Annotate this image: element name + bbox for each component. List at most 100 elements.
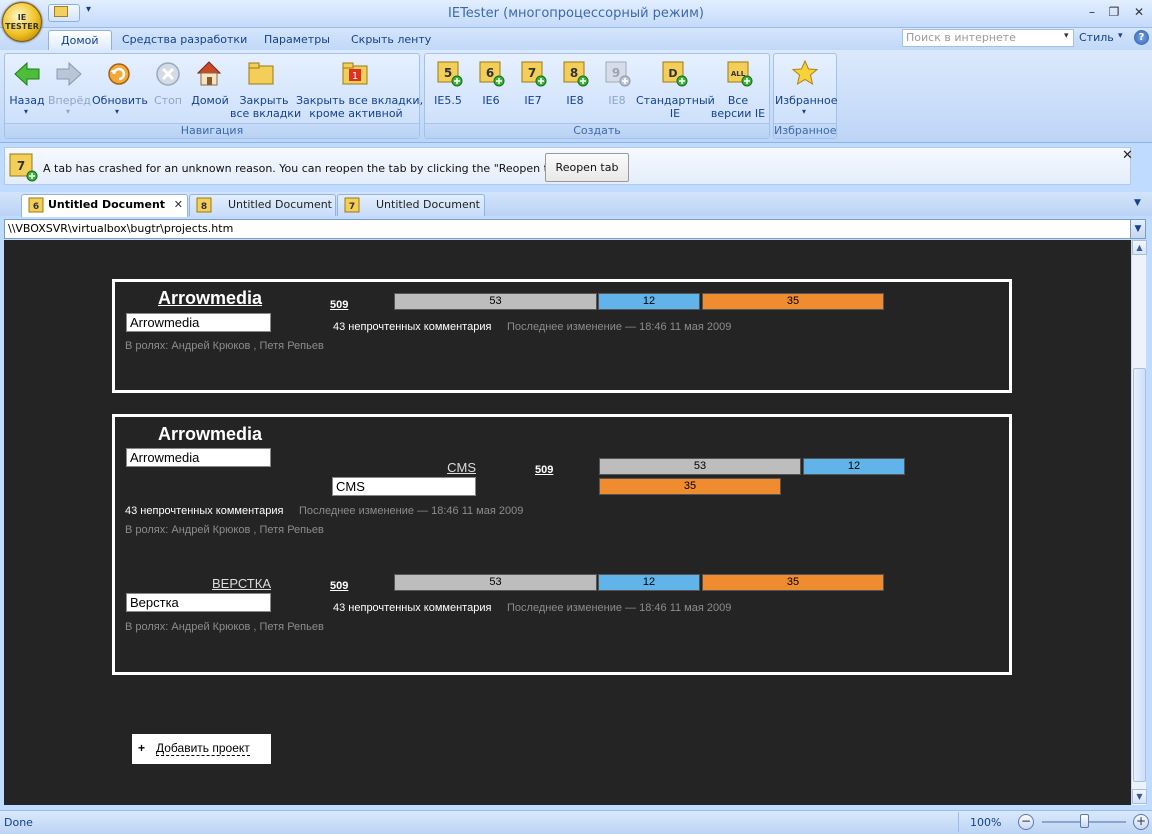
ie6-badge: 6 <box>486 66 494 80</box>
close-other-tabs-button[interactable]: Закрыть все вкладки, кроме активной <box>296 94 423 120</box>
tab2-badge: 8 <box>201 202 207 212</box>
ie55-icon[interactable]: 5 <box>435 59 463 87</box>
refresh-icon[interactable] <box>105 60 133 88</box>
subproject-cms-input[interactable]: CMS <box>332 477 476 496</box>
zoom-in-button[interactable]: + <box>1133 814 1149 830</box>
last-modified: Последнее изменение — 18:46 11 мая 2009 <box>507 321 732 333</box>
address-input[interactable]: \\VBOXSVR\virtualbox\bugtr\projects.htm <box>4 219 1134 239</box>
issue-count-link[interactable]: 509 <box>330 299 348 311</box>
doc-tab-ie8[interactable]: 8 Untitled Document <box>189 194 336 216</box>
unread-comments: 43 непрочтенных комментария <box>333 321 492 333</box>
tab3-badge: 7 <box>349 202 355 212</box>
open-issues-bar: 53 <box>599 458 801 475</box>
scroll-down-icon[interactable]: ▼ <box>1132 789 1147 804</box>
close-window-button[interactable]: ✕ <box>1129 5 1149 21</box>
project-name-input[interactable]: Arrowmedia <box>126 313 271 332</box>
ie7-icon[interactable]: 7 <box>519 59 547 87</box>
home-icon[interactable] <box>195 59 223 87</box>
forward-dropdown-icon[interactable]: ▾ <box>66 107 70 116</box>
close-all-tabs-button[interactable]: Закрыть все вкладки <box>230 94 302 120</box>
minimize-button[interactable]: – <box>1082 5 1102 21</box>
closed-issues-bar: 35 <box>702 293 884 310</box>
all-line2: версии IE <box>710 107 766 120</box>
in-progress-bar: 12 <box>803 458 905 475</box>
close-all-tabs-icon[interactable] <box>247 60 275 88</box>
close-all-line2: все вкладки <box>230 107 302 120</box>
doc-tab-ie7[interactable]: 7 Untitled Document <box>337 194 485 216</box>
tab-list-dropdown-icon[interactable]: ▼ <box>1134 198 1141 208</box>
in-progress-bar: 12 <box>598 574 700 591</box>
zoom-level[interactable]: 100% <box>970 816 1001 829</box>
crash-message: A tab has crashed for an unknown reason.… <box>43 162 607 175</box>
close-other-tabs-icon[interactable]: 1 <box>341 60 369 88</box>
close-infobar-icon[interactable]: ✕ <box>1122 148 1133 163</box>
new-tab-ie9-button[interactable]: IE8 <box>600 94 634 107</box>
new-tab-all-ie-button[interactable]: Все версии IE <box>708 94 768 120</box>
stop-button[interactable]: Стоп <box>150 94 186 107</box>
forward-arrow-icon <box>56 61 82 87</box>
subproject-layout-link[interactable]: ВЕРСТКА <box>126 576 271 591</box>
scroll-thumb[interactable] <box>1133 368 1146 782</box>
tab-options[interactable]: Параметры <box>252 30 342 51</box>
project-name-input[interactable]: Arrowmedia <box>126 448 271 467</box>
orb-logo-text: IE TESTER <box>5 13 39 31</box>
tab-dev-tools[interactable]: Средства разработки <box>110 30 259 51</box>
new-tab-ie6-button[interactable]: IE6 <box>474 94 508 107</box>
tab-home[interactable]: Домой <box>48 30 112 51</box>
style-dropdown-icon[interactable]: ▾ <box>1118 31 1123 41</box>
all-line1: Все <box>727 94 749 107</box>
new-tab-default-ie-button[interactable]: Стандартный IE <box>636 94 715 120</box>
last-modified: Последнее изменение — 18:46 11 мая 2009 <box>507 602 732 614</box>
new-tab-ie7-button[interactable]: IE7 <box>516 94 550 107</box>
vertical-scrollbar[interactable]: ▲ ▼ <box>1131 240 1147 805</box>
stop-icon <box>156 62 180 86</box>
project-name-link[interactable]: Arrowmedia <box>158 288 262 309</box>
search-input[interactable]: Поиск в интернете <box>902 29 1074 47</box>
ie6-icon[interactable]: 6 <box>477 59 505 87</box>
project-name: Arrowmedia <box>158 424 263 444</box>
default-line2: IE <box>669 107 681 120</box>
back-arrow-icon[interactable] <box>13 60 41 88</box>
refresh-dropdown-icon[interactable]: ▾ <box>115 107 119 116</box>
ie8-icon[interactable]: 8 <box>561 59 589 87</box>
zoom-slider-thumb[interactable] <box>1080 814 1089 828</box>
default-ie-icon[interactable]: D <box>660 59 688 87</box>
forward-button[interactable]: Вперёд <box>48 94 91 107</box>
last-modified: Последнее изменение — 18:46 11 мая 2009 <box>299 505 524 517</box>
search-dropdown-icon[interactable]: ▾ <box>1064 31 1069 41</box>
help-icon[interactable]: ? <box>1134 30 1149 45</box>
new-tab-ie55-button[interactable]: IE5.5 <box>430 94 466 107</box>
maximize-button[interactable]: ❐ <box>1104 5 1124 21</box>
closed-issues-bar: 35 <box>702 574 884 591</box>
issue-count-link[interactable]: 509 <box>330 580 348 592</box>
closed-issues-bar: 35 <box>599 478 781 495</box>
home-button[interactable]: Домой <box>190 94 230 107</box>
tab-hide-ribbon[interactable]: Скрыть ленту <box>339 30 443 51</box>
project-roles: В ролях: Андрей Крюков , Петя Репьев <box>125 621 324 633</box>
info-badge: 7 <box>17 159 25 173</box>
ie8-tab-icon: 8 <box>196 197 212 213</box>
subproject-cms-link[interactable]: CMS <box>334 460 476 475</box>
address-dropdown-icon[interactable]: ▼ <box>1130 219 1146 239</box>
style-menu-button[interactable]: Стиль <box>1079 31 1114 44</box>
zoom-out-button[interactable]: − <box>1018 814 1034 830</box>
all-ie-versions-icon[interactable]: ALL <box>725 59 753 87</box>
new-tab-ie8-button[interactable]: IE8 <box>558 94 592 107</box>
back-button[interactable]: Назад <box>8 94 46 107</box>
star-icon[interactable] <box>791 59 819 87</box>
favorites-dropdown-icon[interactable]: ▾ <box>802 107 806 116</box>
close-tab-icon[interactable]: ✕ <box>174 195 183 215</box>
scroll-up-icon[interactable]: ▲ <box>1132 240 1147 255</box>
project-roles: В ролях: Андрей Крюков , Петя Репьев <box>125 340 324 352</box>
favorites-button[interactable]: Избранное <box>775 94 837 107</box>
add-project-button[interactable]: + Добавить проект <box>132 734 271 764</box>
project-roles: В ролях: Андрей Крюков , Петя Репьев <box>125 524 324 536</box>
subproject-layout-input[interactable]: Верстка <box>126 593 271 612</box>
back-dropdown-icon[interactable]: ▾ <box>24 107 28 116</box>
status-divider <box>958 812 959 832</box>
doc-tab-ie6[interactable]: 6 Untitled Document ✕ <box>21 194 188 217</box>
app-orb-button[interactable]: IE TESTER <box>2 2 42 42</box>
reopen-tab-button[interactable]: Reopen tab <box>545 153 629 182</box>
refresh-button[interactable]: Обновить <box>92 94 148 107</box>
issue-count-link[interactable]: 509 <box>535 464 553 476</box>
